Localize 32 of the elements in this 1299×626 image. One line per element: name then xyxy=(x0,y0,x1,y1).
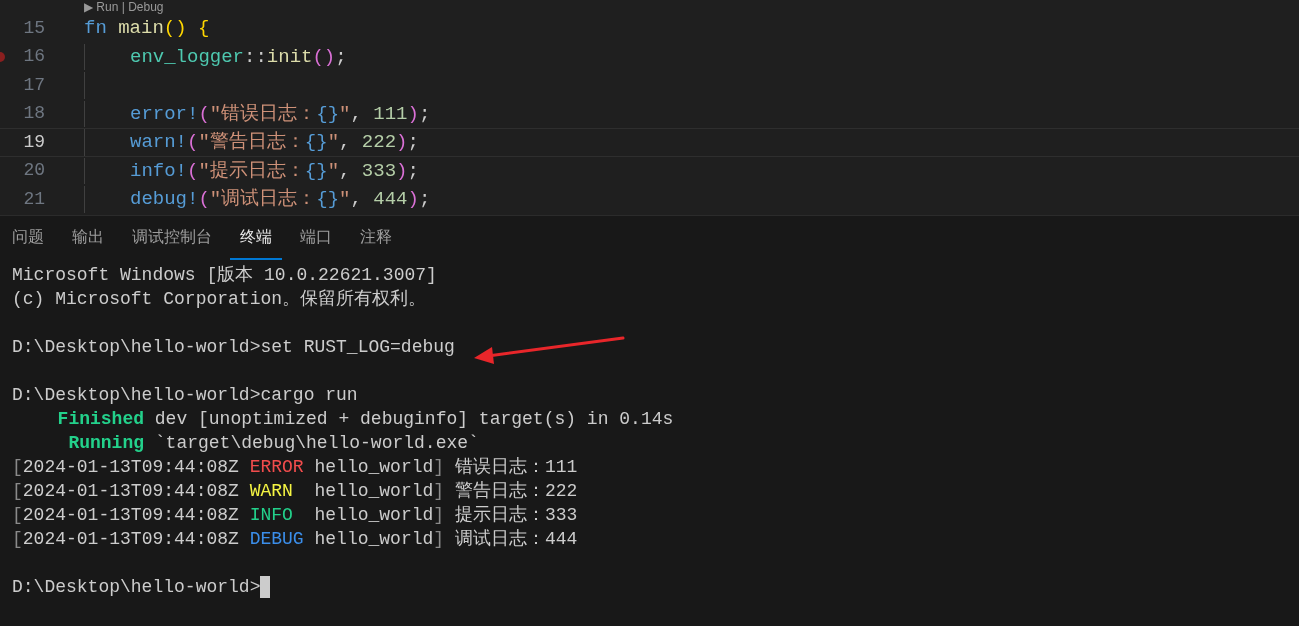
panel-tab[interactable]: 调试控制台 xyxy=(122,216,222,260)
line-number: 19 xyxy=(22,130,45,154)
terminal-line: Finished dev [unoptimized + debuginfo] target(s) in 0.14s xyxy=(56,408,674,431)
terminal-line: [2024-01-13T09:44:08Z INFO hello_world] 提示日志：333 xyxy=(12,504,578,527)
panel-tab[interactable]: 问题 xyxy=(12,216,54,260)
code-line: warn!("警告日志：{}", 222); xyxy=(130,130,419,155)
line-number: 20 xyxy=(22,159,45,183)
terminal-line: [2024-01-13T09:44:08Z DEBUG hello_world] 调试日志：444 xyxy=(12,528,578,551)
code-line: error!("错误日志：{}", 111); xyxy=(130,101,431,127)
line-number: 16 xyxy=(22,45,45,69)
panel-tab[interactable]: 注释 xyxy=(350,216,402,260)
terminal-line: [2024-01-13T09:44:08Z WARN hello_world] 警告日志：222 xyxy=(12,480,578,503)
breakpoint-icon[interactable] xyxy=(0,51,5,62)
code-line: env_logger::init(); xyxy=(130,44,347,70)
panel-tab[interactable]: 端口 xyxy=(290,216,342,260)
code-line: debug!("调试日志：{}", 444); xyxy=(130,187,431,212)
panel-tab[interactable]: 终端 xyxy=(230,216,282,260)
line-number: 18 xyxy=(22,102,45,126)
terminal-line: Running `target\debug\hello-world.exe` xyxy=(67,432,479,455)
codelens-link[interactable]: ▶ Run | Debug xyxy=(84,0,164,14)
line-number: 17 xyxy=(22,73,45,97)
terminal-line: (c) Microsoft Corporation。保留所有权利。 xyxy=(12,288,427,311)
panel-tab[interactable]: 输出 xyxy=(62,216,114,260)
terminal-line: D:\Desktop\hello-world>set RUST_LOG=debug xyxy=(12,336,455,359)
terminal-line: [2024-01-13T09:44:08Z ERROR hello_world] 错误日志：111 xyxy=(12,456,578,479)
line-number: 21 xyxy=(22,187,45,211)
terminal-line: Microsoft Windows [版本 10.0.22621.3007] xyxy=(12,264,437,287)
code-line: fn main() { xyxy=(84,16,210,41)
terminal-line: D:\Desktop\hello-world>cargo run xyxy=(12,384,358,407)
code-line: info!("提示日志：{}", 333); xyxy=(130,158,419,184)
terminal-line: D:\Desktop\hello-world> xyxy=(12,576,261,599)
line-number: 15 xyxy=(22,16,45,40)
